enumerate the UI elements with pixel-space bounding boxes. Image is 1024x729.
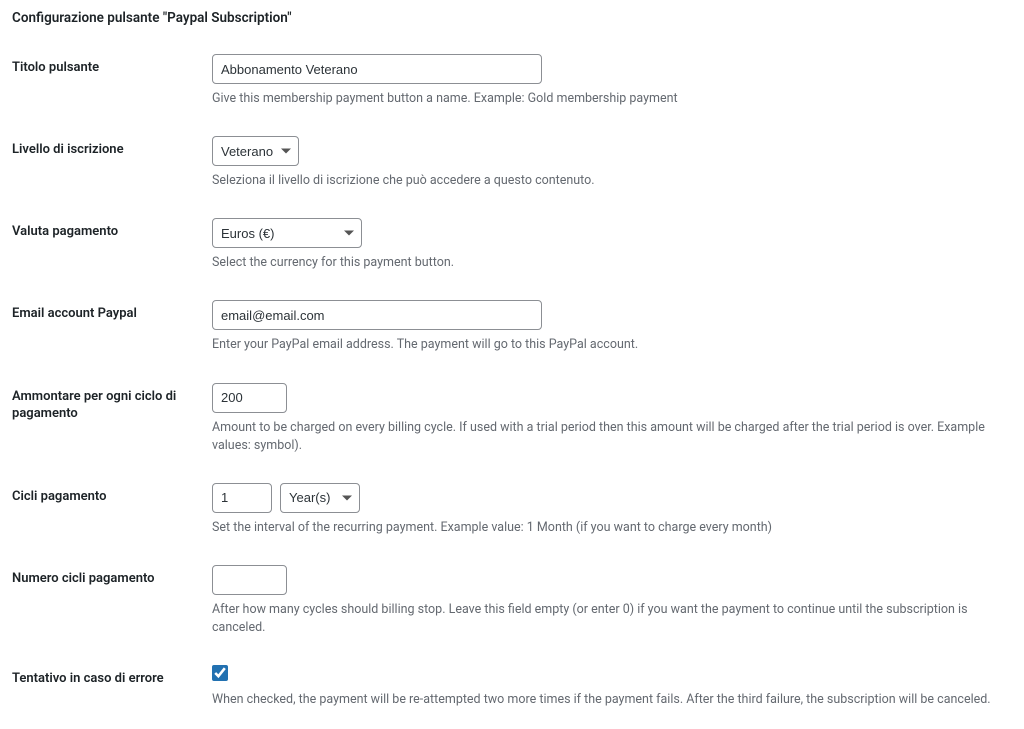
hint-membership-level: Seleziona il livello di iscrizione che p… [212, 172, 1012, 190]
row-currency: Valuta pagamento Euros (€) Select the cu… [12, 218, 1012, 272]
hint-button-title: Give this membership payment button a na… [212, 90, 1012, 108]
row-billing-amount: Ammontare per ogni ciclo di pagamento Am… [12, 383, 1012, 455]
input-num-cycles[interactable] [212, 565, 287, 595]
hint-retry-on-failure: When checked, the payment will be re-att… [212, 691, 1012, 709]
select-currency[interactable]: Euros (€) [212, 218, 362, 248]
label-retry-on-failure: Tentativo in caso di errore [12, 665, 212, 688]
input-billing-amount[interactable] [212, 383, 287, 413]
row-retry-on-failure: Tentativo in caso di errore When checked… [12, 665, 1012, 709]
hint-paypal-email: Enter your PayPal email address. The pay… [212, 336, 1012, 354]
row-button-title: Titolo pulsante Give this membership pay… [12, 54, 1012, 108]
label-num-cycles: Numero cicli pagamento [12, 565, 212, 588]
input-button-title[interactable] [212, 54, 542, 84]
hint-currency: Select the currency for this payment but… [212, 254, 1012, 272]
select-membership-level[interactable]: Veterano [212, 136, 299, 166]
label-membership-level: Livello di iscrizione [12, 136, 212, 159]
label-currency: Valuta pagamento [12, 218, 212, 241]
hint-num-cycles: After how many cycles should billing sto… [212, 601, 1012, 637]
label-billing-cycle: Cicli pagamento [12, 483, 212, 506]
label-button-title: Titolo pulsante [12, 54, 212, 77]
row-membership-level: Livello di iscrizione Veterano Seleziona… [12, 136, 1012, 190]
hint-billing-cycle: Set the interval of the recurring paymen… [212, 519, 1012, 537]
input-billing-cycle-count[interactable] [212, 483, 272, 513]
select-billing-cycle-unit[interactable]: Year(s) [280, 483, 360, 513]
page-title: Configurazione pulsante "Paypal Subscrip… [12, 10, 1012, 26]
label-billing-amount: Ammontare per ogni ciclo di pagamento [12, 383, 212, 423]
row-billing-cycle: Cicli pagamento Year(s) Set the interval… [12, 483, 1012, 537]
label-paypal-email: Email account Paypal [12, 300, 212, 323]
row-num-cycles: Numero cicli pagamento After how many cy… [12, 565, 1012, 637]
hint-billing-amount: Amount to be charged on every billing cy… [212, 419, 1012, 455]
input-paypal-email[interactable] [212, 300, 542, 330]
checkbox-retry-on-failure[interactable] [212, 665, 228, 681]
row-paypal-email: Email account Paypal Enter your PayPal e… [12, 300, 1012, 354]
